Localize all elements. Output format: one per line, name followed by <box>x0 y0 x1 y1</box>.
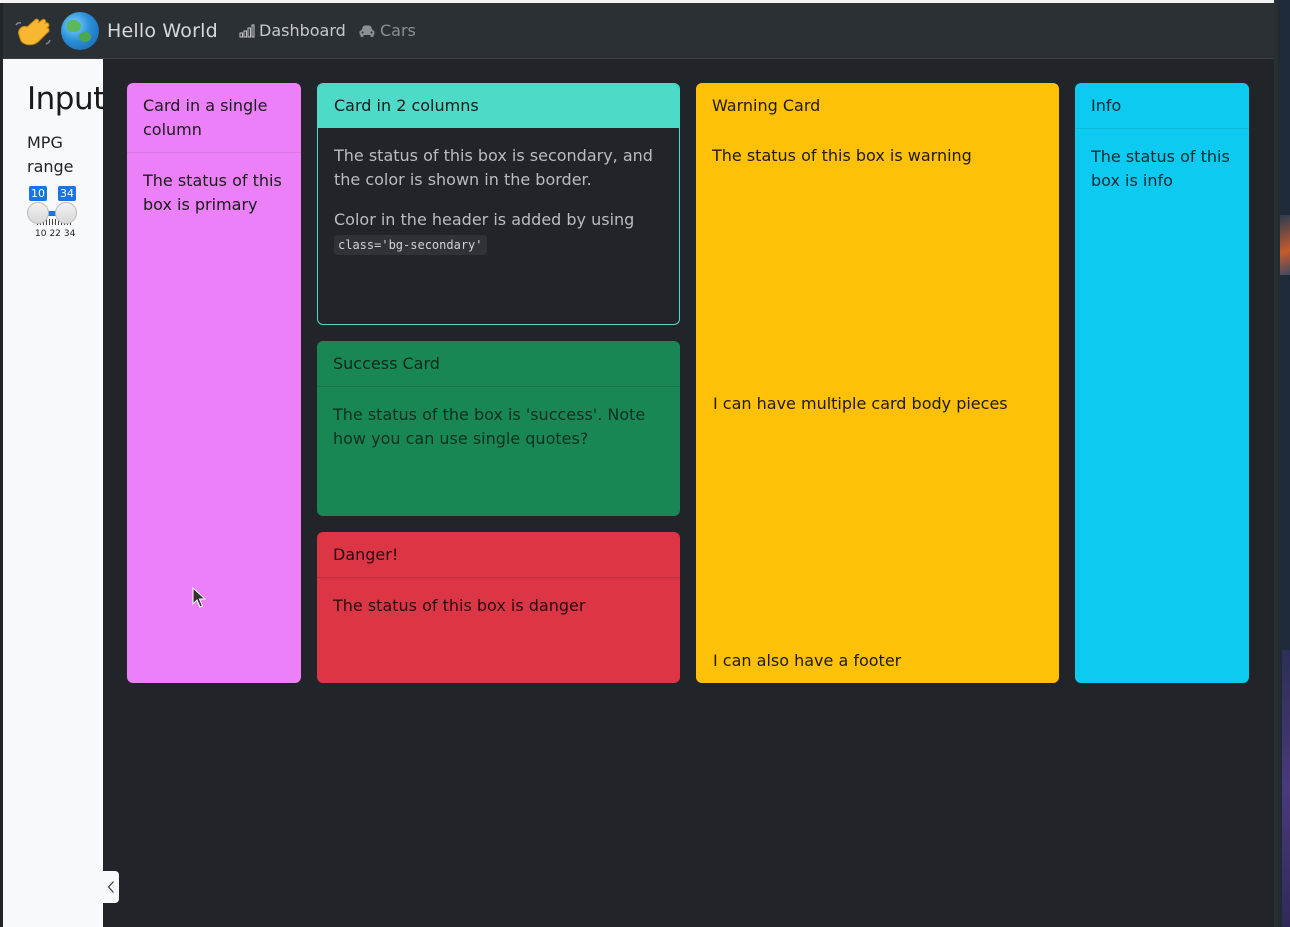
card-text: I can have multiple card body pieces <box>713 394 1008 413</box>
card-body: I can have multiple card body pieces <box>713 392 1008 432</box>
card-header: Card in a single column <box>127 83 301 153</box>
car-icon <box>359 25 375 37</box>
card-header: Warning Card <box>712 96 821 115</box>
card-text: The status of this box is warning <box>712 146 972 165</box>
card-text: Color in the header is added by using cl… <box>334 208 663 256</box>
desktop-background-edge <box>1274 0 1290 927</box>
slider-tick-label: 10 <box>35 229 47 239</box>
mpg-range-slider[interactable]: 10 34 10 22 34 <box>27 184 97 244</box>
slider-min-handle[interactable] <box>27 202 49 224</box>
slider-tick-labels: 10 22 34 <box>35 229 78 239</box>
nav-link-dashboard[interactable]: Dashboard <box>239 21 346 40</box>
card-secondary: Card in 2 columns The status of this box… <box>317 83 680 325</box>
card-text: The status of this box is secondary, and… <box>334 146 653 189</box>
navbar-brand[interactable]: Hello World <box>13 11 218 51</box>
card-body: The status of this box is warning <box>696 128 1059 168</box>
slider-max-handle[interactable] <box>55 202 77 224</box>
card-header: Danger! <box>317 532 680 578</box>
code-snippet: class='bg-secondary' <box>334 235 487 255</box>
card-body: The status of this box is secondary, and… <box>318 128 679 256</box>
card-text: The status of this box is info <box>1091 147 1230 190</box>
card-header: Success Card <box>317 341 680 387</box>
card-info: Info The status of this box is info <box>1075 83 1249 683</box>
card-danger: Danger! The status of this box is danger <box>317 532 680 683</box>
card-body: The status of this box is primary <box>127 153 301 217</box>
nav-link-label: Dashboard <box>259 21 346 40</box>
slider-tick-label: 34 <box>63 229 76 239</box>
sidebar: Inputs MPG range 10 34 102234 <box>3 59 103 927</box>
card-body: The status of this box is info <box>1075 129 1249 193</box>
slider-tick-label: 22 <box>49 229 61 239</box>
waving-hand-icon <box>13 11 53 51</box>
nav-link-label: Cars <box>380 21 416 40</box>
mpg-range-label: MPG range <box>27 133 74 176</box>
navbar: Hello World Dashboard Cars <box>3 3 1274 59</box>
card-text-part: Color in the header is added by using <box>334 210 635 229</box>
nav-link-cars[interactable]: Cars <box>358 21 416 40</box>
card-text: The status of this box is danger <box>333 596 586 615</box>
slider-min-value: 10 <box>29 186 47 201</box>
sidebar-collapse-button[interactable] <box>103 871 119 903</box>
bar-chart-icon <box>239 24 255 37</box>
card-header: Info <box>1075 83 1249 129</box>
mouse-cursor-icon <box>192 587 206 608</box>
slider-max-value: 34 <box>58 186 76 201</box>
card-body: The status of this box is danger <box>317 578 680 618</box>
card-warning: Warning Card The status of this box is w… <box>696 83 1059 683</box>
globe-icon <box>61 12 99 50</box>
card-success: Success Card The status of the box is 's… <box>317 341 680 516</box>
card-footer: I can also have a footer <box>713 651 902 670</box>
sidebar-title: Inputs <box>27 81 103 117</box>
card-text: The status of the box is 'success'. Note… <box>333 405 646 448</box>
card-body: The status of the box is 'success'. Note… <box>317 387 680 451</box>
card-primary: Card in a single column The status of th… <box>127 83 301 683</box>
card-text: The status of this box is primary <box>143 171 282 214</box>
card-header: Card in 2 columns <box>318 84 679 128</box>
chevron-left-icon <box>107 881 114 893</box>
brand-title: Hello World <box>107 20 218 42</box>
